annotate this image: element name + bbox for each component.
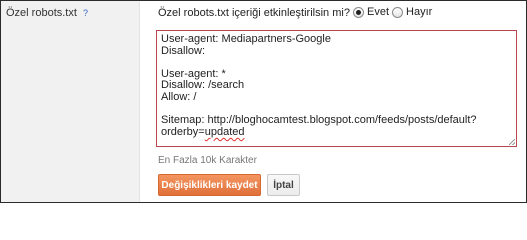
- robots-txt-textarea[interactable]: User-agent: Mediapartners-Google Disallo…: [156, 30, 517, 147]
- radio-yes-label[interactable]: Evet: [367, 6, 389, 18]
- save-changes-button[interactable]: Değişiklikleri kaydet: [158, 174, 261, 196]
- radio-yes[interactable]: [353, 6, 364, 18]
- editor-line: Disallow:: [161, 44, 206, 57]
- spellcheck-word: updated: [204, 125, 245, 138]
- setting-label: Özel robots.txt: [6, 7, 77, 19]
- cancel-button[interactable]: İptal: [267, 174, 300, 196]
- editor-line: Allow: /: [161, 90, 197, 103]
- radio-no[interactable]: [392, 6, 404, 18]
- editor-line-last: orderby=updated: [161, 125, 512, 139]
- character-limit-hint: En Fazla 10k Karakter: [158, 155, 257, 166]
- enable-radio-group: Evet Hayır: [353, 6, 435, 18]
- setting-label-column: Özel robots.txt ?: [1, 1, 140, 202]
- radio-no-label[interactable]: Hayır: [406, 6, 432, 18]
- enable-question: Özel robots.txt içeriği etkinleştirilsin…: [158, 7, 350, 19]
- settings-panel: Özel robots.txt ? Özel robots.txt içeriğ…: [0, 0, 527, 203]
- editor-line-text: orderby=updated: [161, 125, 245, 138]
- editor-line: User-agent: Mediapartners-Google: [161, 33, 331, 45]
- resize-grip-icon[interactable]: [509, 139, 515, 145]
- help-link[interactable]: ?: [83, 8, 88, 18]
- editor-line: Disallow: /search: [161, 79, 245, 92]
